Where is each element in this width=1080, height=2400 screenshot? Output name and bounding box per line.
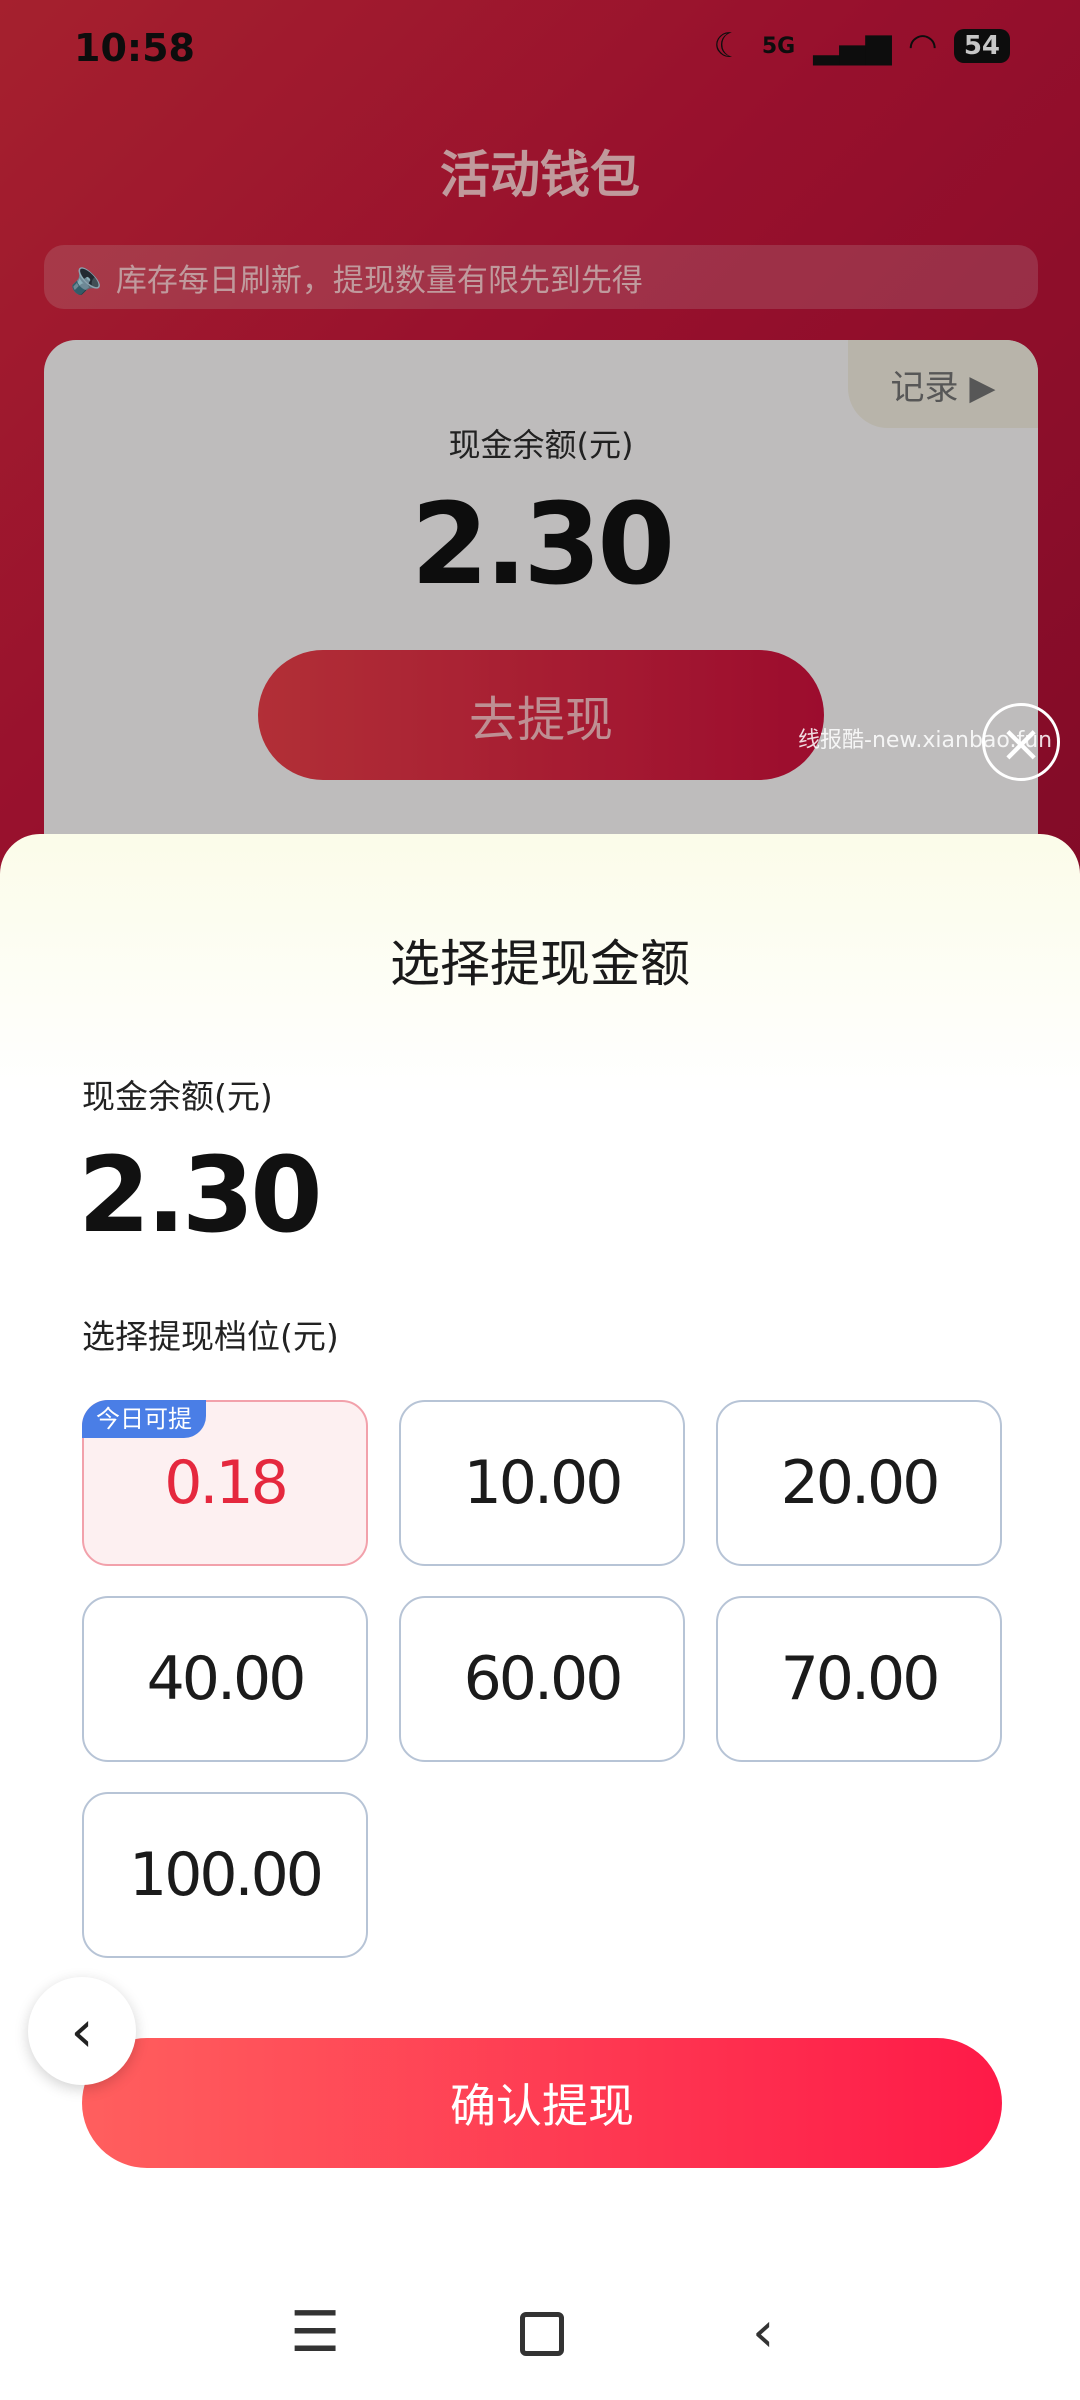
- tier-amount: 40.00: [146, 1644, 307, 1714]
- tier-amount: 70.00: [780, 1644, 941, 1714]
- tier-option-10[interactable]: 10.00: [399, 1400, 685, 1566]
- system-nav-bar: ☰ ‹: [0, 2280, 1080, 2400]
- back-icon[interactable]: ‹: [752, 2300, 774, 2365]
- tier-option-100[interactable]: 100.00: [82, 1792, 368, 1958]
- tier-amount: 100.00: [129, 1840, 324, 1910]
- home-icon[interactable]: [520, 2312, 564, 2356]
- chevron-left-icon[interactable]: ‹: [28, 1977, 136, 2085]
- tier-label: 选择提现档位(元): [82, 1317, 339, 1356]
- balance-value: 2.30: [78, 1134, 323, 1256]
- tier-option-60[interactable]: 60.00: [399, 1596, 685, 1762]
- tier-option-0-18[interactable]: 今日可提 0.18: [82, 1400, 368, 1566]
- tier-option-40[interactable]: 40.00: [82, 1596, 368, 1762]
- tier-option-70[interactable]: 70.00: [716, 1596, 1002, 1762]
- withdraw-sheet: 选择提现金额 现金余额(元) 2.30 选择提现档位(元) 今日可提 0.18 …: [0, 834, 1080, 2400]
- menu-icon[interactable]: ☰: [290, 2300, 340, 2365]
- tier-option-20[interactable]: 20.00: [716, 1400, 1002, 1566]
- tier-amount: 10.00: [463, 1448, 624, 1518]
- tier-amount: 60.00: [463, 1644, 624, 1714]
- modal-overlay[interactable]: [0, 0, 1080, 900]
- sheet-title: 选择提现金额: [390, 935, 690, 993]
- tier-badge: 今日可提: [82, 1400, 206, 1438]
- tier-amount: 20.00: [780, 1448, 941, 1518]
- close-icon[interactable]: ×: [982, 703, 1060, 781]
- tier-amount: 0.18: [164, 1448, 289, 1518]
- confirm-withdraw-button[interactable]: 确认提现: [82, 2038, 1002, 2168]
- balance-label: 现金余额(元): [82, 1077, 273, 1116]
